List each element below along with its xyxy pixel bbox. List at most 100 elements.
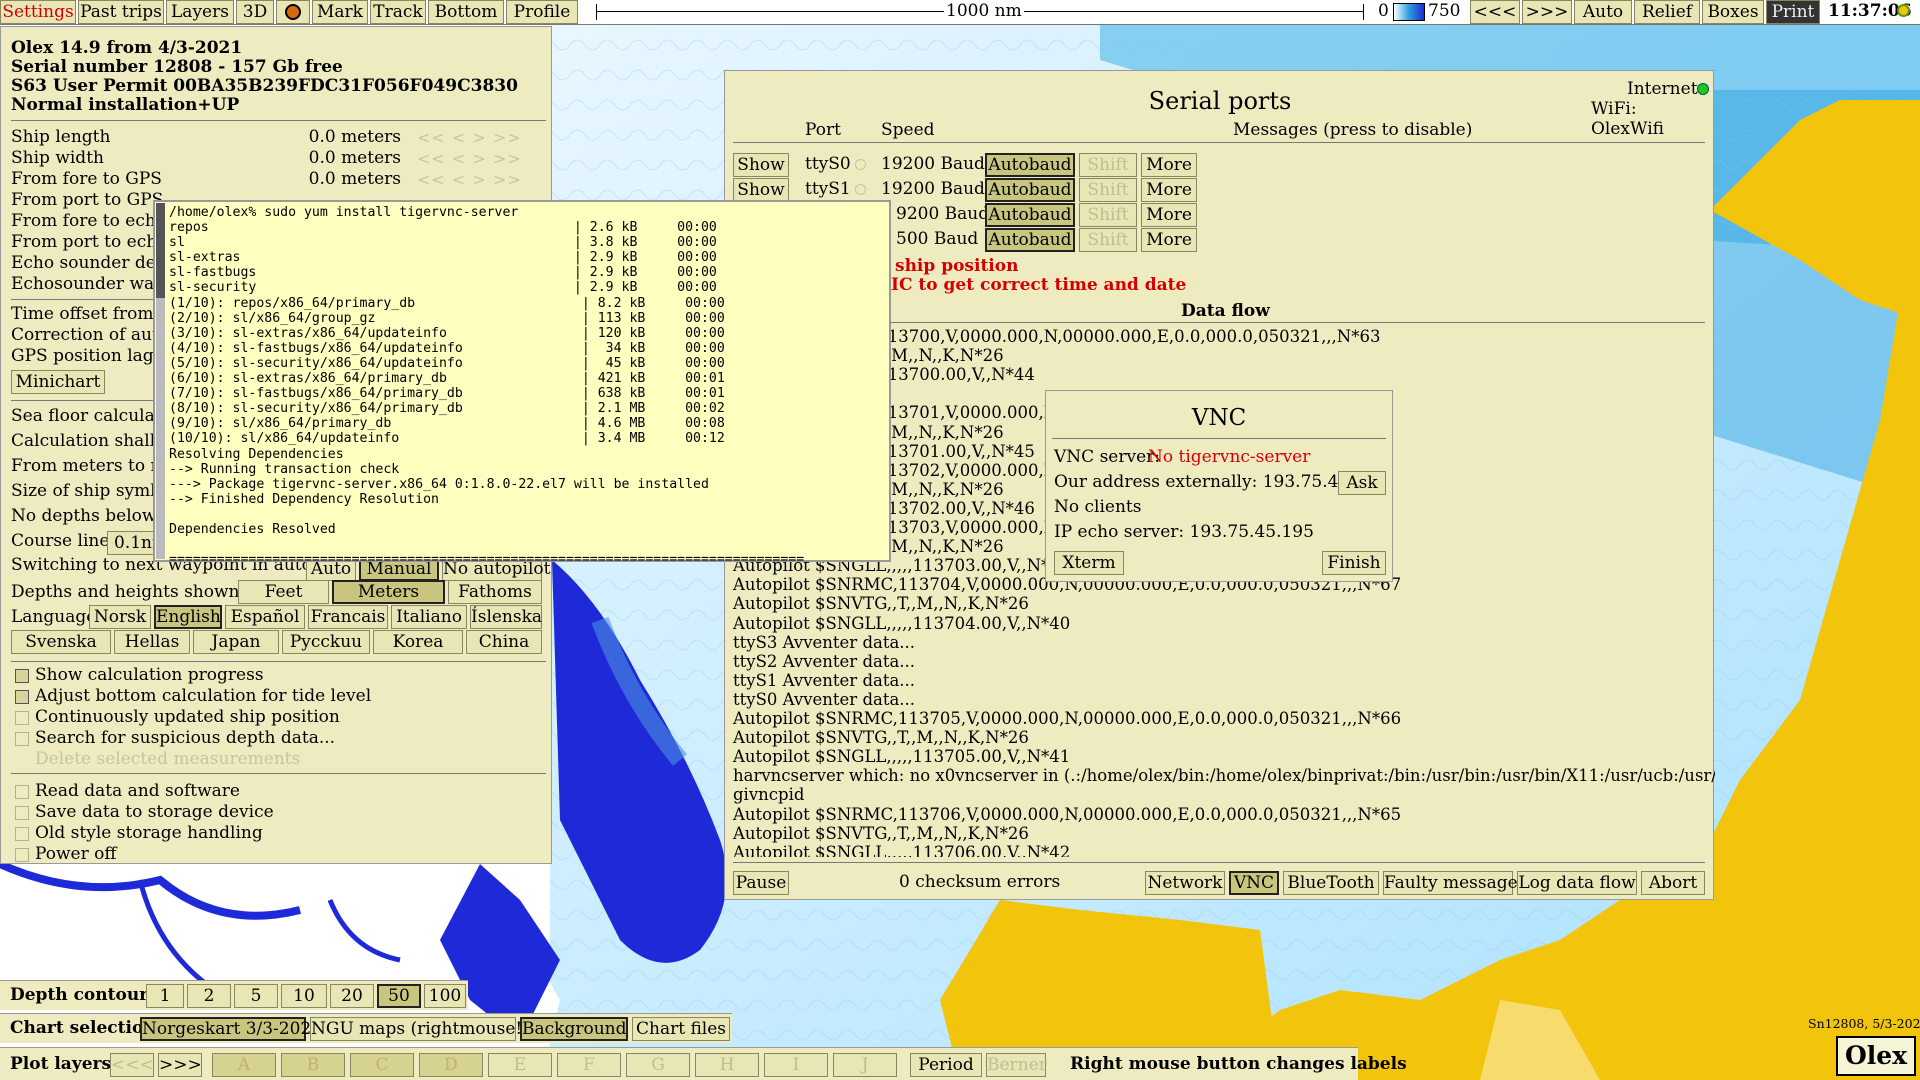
berner-button[interactable]: Berner — [986, 1053, 1047, 1077]
dim-arrows[interactable]: << < > >> — [417, 170, 522, 189]
terminal-window[interactable]: /home/olex% sudo yum install tigervnc-se… — [153, 200, 891, 567]
chart-background-button[interactable]: Background — [520, 1017, 628, 1041]
action-save-data[interactable]: Save data to storage device — [35, 802, 274, 822]
action-read-data[interactable]: Read data and software — [35, 781, 240, 801]
lang-japan-button[interactable]: Japan — [193, 630, 279, 654]
target-icon[interactable] — [276, 0, 310, 24]
checkbox-continuous-position[interactable] — [15, 711, 29, 725]
action-old-storage[interactable]: Old style storage handling — [35, 823, 263, 843]
checkbox-old-storage[interactable] — [15, 827, 29, 841]
depth-contour-5[interactable]: 5 — [234, 984, 278, 1008]
layers-tab[interactable]: Layers — [166, 0, 234, 24]
network-button[interactable]: Network — [1145, 871, 1225, 895]
mark-tab[interactable]: Mark — [312, 0, 368, 24]
action-power-off[interactable]: Power off — [35, 844, 116, 864]
checkbox-power-off[interactable] — [15, 848, 29, 862]
pause-button[interactable]: Pause — [733, 871, 789, 895]
depth-contour-20[interactable]: 20 — [330, 984, 374, 1008]
dim-arrows[interactable]: << < > >> — [417, 149, 522, 168]
plot-layer-d[interactable]: D — [419, 1053, 483, 1077]
plot-layer-i[interactable]: I — [764, 1053, 828, 1077]
vnc-button[interactable]: VNC — [1229, 871, 1279, 895]
plot-back-button[interactable]: <<< — [110, 1053, 154, 1077]
lang-hellas-button[interactable]: Hellas — [114, 630, 190, 654]
units-feet-button[interactable]: Feet — [238, 580, 329, 604]
plot-layer-e[interactable]: E — [488, 1053, 552, 1077]
checkbox-show-progress[interactable] — [15, 669, 29, 683]
plot-forward-button[interactable]: >>> — [158, 1053, 202, 1077]
course-line-value[interactable]: 0.1nm — [107, 531, 168, 555]
print-button[interactable]: Print — [1766, 0, 1820, 24]
3d-tab[interactable]: 3D — [236, 0, 274, 24]
olex-logo[interactable]: Olex — [1836, 1036, 1916, 1076]
lang-espanol-button[interactable]: Español — [225, 605, 305, 629]
depth-contour-2[interactable]: 2 — [187, 984, 231, 1008]
checkbox-tide-adjust[interactable] — [15, 690, 29, 704]
profile-tab[interactable]: Profile — [506, 0, 578, 24]
auto-button[interactable]: Auto — [1574, 0, 1632, 24]
more-button[interactable]: More — [1141, 228, 1197, 252]
show-port-button[interactable]: Show — [733, 178, 789, 202]
chart-norgeskart-button[interactable]: Norgeskart 3/3-2021 — [140, 1017, 322, 1041]
autobaud-button[interactable]: Autobaud — [985, 203, 1075, 227]
checkbox-read-data[interactable] — [15, 785, 29, 799]
depth-contour-1[interactable]: 1 — [146, 984, 184, 1008]
lang-francais-button[interactable]: Francais — [308, 605, 388, 629]
autobaud-button[interactable]: Autobaud — [985, 178, 1075, 202]
shift-button[interactable]: Shift — [1079, 228, 1137, 252]
past-trips-tab[interactable]: Past trips — [78, 0, 164, 24]
checkbox-save-data[interactable] — [15, 806, 29, 820]
vnc-xterm-button[interactable]: Xterm — [1054, 551, 1124, 575]
lang-korea-button[interactable]: Korea — [373, 630, 463, 654]
bluetooth-button[interactable]: BlueTooth — [1283, 871, 1379, 895]
more-button[interactable]: More — [1141, 203, 1197, 227]
minichart-button[interactable]: Minichart — [11, 370, 105, 394]
faulty-messages-button[interactable]: Faulty messages — [1383, 871, 1526, 895]
abort-button[interactable]: Abort — [1641, 871, 1705, 895]
depth-contour-10[interactable]: 10 — [281, 984, 327, 1008]
depth-contour-100[interactable]: 100 — [424, 984, 466, 1008]
plot-layer-j[interactable]: J — [833, 1053, 897, 1077]
plot-layer-b[interactable]: B — [281, 1053, 345, 1077]
track-tab[interactable]: Track — [370, 0, 426, 24]
shift-button[interactable]: Shift — [1079, 153, 1137, 177]
settings-tab[interactable]: Settings — [0, 0, 76, 24]
chart-ngu-button[interactable]: NGU maps (rightmouse!) — [310, 1017, 529, 1041]
nav-forward-button[interactable]: >>> — [1522, 0, 1572, 24]
plot-layer-h[interactable]: H — [695, 1053, 759, 1077]
autobaud-button[interactable]: Autobaud — [985, 153, 1075, 177]
depth-contour-50[interactable]: 50 — [377, 984, 421, 1008]
lang-islenska-button[interactable]: Íslenska — [470, 605, 542, 629]
plot-layer-f[interactable]: F — [557, 1053, 621, 1077]
units-meters-button[interactable]: Meters — [332, 580, 445, 604]
plot-layer-c[interactable]: C — [350, 1053, 414, 1077]
period-button[interactable]: Period — [910, 1053, 982, 1077]
units-fathoms-button[interactable]: Fathoms — [448, 580, 542, 604]
dim-arrows[interactable]: << < > >> — [417, 128, 522, 147]
terminal-scrollbar[interactable] — [156, 203, 165, 559]
show-port-button[interactable]: Show — [733, 153, 789, 177]
label-hint: Right mouse button changes labels — [1070, 1054, 1407, 1074]
lang-svenska-button[interactable]: Svenska — [11, 630, 111, 654]
shift-button[interactable]: Shift — [1079, 178, 1137, 202]
checkbox-suspicious-depth[interactable] — [15, 732, 29, 746]
lang-russian-button[interactable]: Pycckuu — [282, 630, 370, 654]
vnc-ask-button[interactable]: Ask — [1338, 471, 1386, 495]
shift-button[interactable]: Shift — [1079, 203, 1137, 227]
plot-layer-g[interactable]: G — [626, 1053, 690, 1077]
boxes-button[interactable]: Boxes — [1702, 0, 1764, 24]
more-button[interactable]: More — [1141, 178, 1197, 202]
lang-english-button[interactable]: English — [154, 605, 222, 629]
plot-layer-a[interactable]: A — [212, 1053, 276, 1077]
relief-button[interactable]: Relief — [1634, 0, 1700, 24]
vnc-finish-button[interactable]: Finish — [1322, 551, 1386, 575]
lang-italiano-button[interactable]: Italiano — [391, 605, 467, 629]
autobaud-button[interactable]: Autobaud — [985, 228, 1075, 252]
chart-files-button[interactable]: Chart files — [632, 1017, 730, 1041]
log-data-flow-button[interactable]: Log data flow — [1517, 871, 1637, 895]
bottom-tab[interactable]: Bottom — [428, 0, 504, 24]
lang-china-button[interactable]: China — [466, 630, 542, 654]
lang-norsk-button[interactable]: Norsk — [89, 605, 151, 629]
nav-back-button[interactable]: <<< — [1470, 0, 1520, 24]
more-button[interactable]: More — [1141, 153, 1197, 177]
